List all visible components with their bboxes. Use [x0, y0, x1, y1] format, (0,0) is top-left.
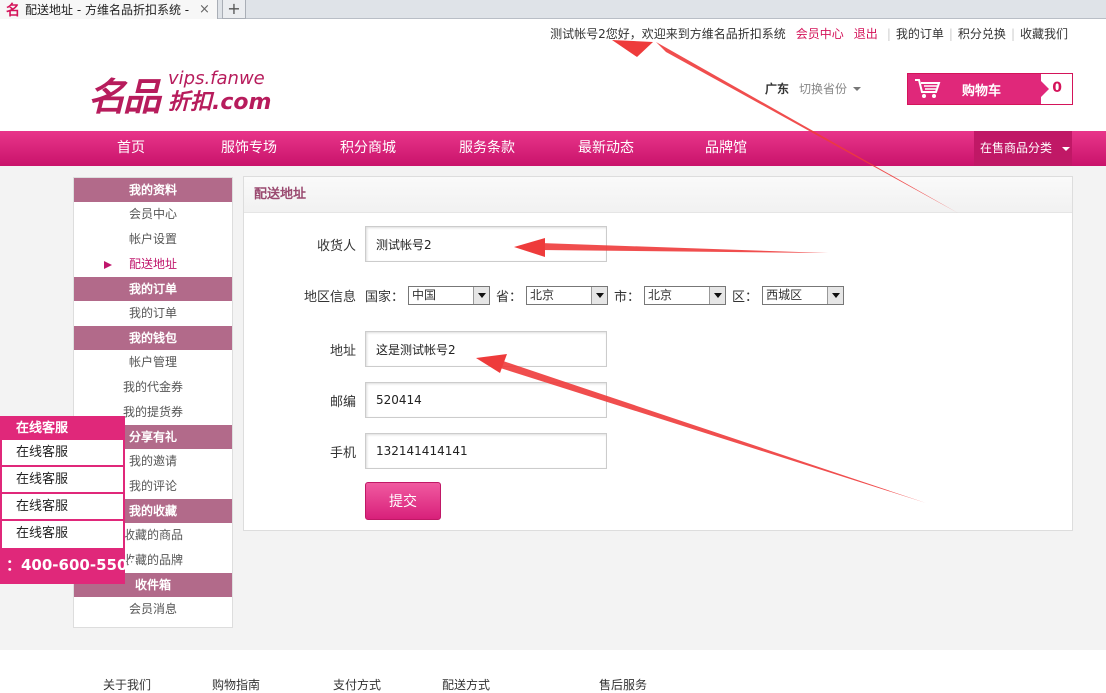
cart-label: 购物车	[962, 83, 1002, 99]
sidebar-item-label: 配送地址	[128, 257, 177, 271]
online-service-title: 在线客服	[2, 418, 123, 440]
sidebar-item-member-messages[interactable]: 会员消息	[74, 597, 232, 622]
cart-button[interactable]: 购物车 0	[907, 73, 1073, 105]
welcome-text: 测试帐号2您好，欢迎来到方维名品折扣系统	[550, 27, 786, 41]
logo-suffix-text: 折扣.com	[168, 90, 272, 115]
dropdown-arrow-icon[interactable]	[709, 287, 726, 304]
address-row: 地址 这是测试帐号2	[244, 331, 1074, 367]
region-selectors: 国家： 中国 省： 北京 市： 北京 区： 西城区	[365, 286, 850, 305]
logo-main-text: 名品	[88, 74, 161, 119]
nav-item-terms[interactable]: 服务条款	[459, 131, 515, 166]
top-links-bar: 测试帐号2您好，欢迎来到方维名品折扣系统 会员中心 退出 | 我的订单 | 积分…	[550, 25, 1068, 42]
footer-after-sales[interactable]: 售后服务	[599, 676, 647, 693]
receiver-input[interactable]: 测试帐号2	[365, 226, 607, 262]
cart-count: 0	[1052, 80, 1062, 96]
main-nav: 首页 服饰专场 积分商城 服务条款 最新动态 品牌馆 在售商品分类	[0, 131, 1106, 166]
nav-item-brands[interactable]: 品牌馆	[705, 131, 747, 166]
province-switcher[interactable]: 广东 切换省份	[765, 80, 862, 97]
address-input[interactable]: 这是测试帐号2	[365, 331, 607, 367]
receiver-row: 收货人 测试帐号2	[244, 226, 1074, 262]
delivery-address-panel: 配送地址 收货人 测试帐号2 地区信息 国家： 中国 省： 北京 市： 北京 区…	[243, 176, 1073, 531]
zip-label: 邮编	[329, 394, 356, 410]
sidebar-item-delivery-address[interactable]: 配送地址	[74, 252, 232, 277]
region-row: 地区信息 国家： 中国 省： 北京 市： 北京 区： 西城区	[244, 286, 1074, 305]
submit-button[interactable]: 提交	[365, 482, 441, 520]
district-label: 区：	[732, 290, 759, 305]
district-value: 西城区	[766, 288, 803, 302]
city-label: 市：	[614, 290, 641, 305]
nav-item-apparel[interactable]: 服饰专场	[221, 131, 277, 166]
current-province: 广东	[765, 82, 790, 96]
online-service-link[interactable]: 在线客服	[2, 467, 123, 494]
sidebar-item-account-management[interactable]: 帐户管理	[74, 350, 232, 375]
footer-delivery[interactable]: 配送方式	[442, 676, 490, 693]
chevron-down-icon	[1061, 146, 1070, 151]
active-arrow-icon	[104, 261, 112, 269]
province-select[interactable]: 北京	[526, 286, 609, 305]
mobile-input[interactable]: 132141414141	[365, 433, 607, 469]
hotline-phone: ：400-600-5505	[2, 548, 138, 582]
footer-about-us[interactable]: 关于我们	[103, 676, 151, 693]
city-value: 北京	[648, 288, 673, 302]
category-dropdown[interactable]: 在售商品分类	[974, 131, 1072, 166]
browser-tab-bar: 名 配送地址 - 方维名品折扣系统 - × +	[0, 0, 1106, 19]
province-label: 省：	[496, 290, 523, 305]
region-label: 地区信息	[303, 290, 356, 305]
divider: |	[1010, 26, 1015, 41]
points-exchange-link[interactable]: 积分兑换	[958, 25, 1006, 42]
footer-payment[interactable]: 支付方式	[333, 676, 381, 693]
country-select[interactable]: 中国	[408, 286, 491, 305]
dropdown-arrow-icon[interactable]	[591, 287, 608, 304]
divider: |	[886, 26, 891, 41]
switch-province-label[interactable]: 切换省份	[799, 80, 847, 97]
sidebar-item-my-orders[interactable]: 我的订单	[74, 301, 232, 326]
online-service-link[interactable]: 在线客服	[2, 494, 123, 521]
sidebar-item-vouchers[interactable]: 我的代金券	[74, 375, 232, 400]
logout-link[interactable]: 退出	[854, 25, 878, 42]
new-tab-button[interactable]: +	[222, 0, 246, 19]
shopping-cart-icon	[908, 78, 948, 100]
dropdown-arrow-icon[interactable]	[473, 287, 490, 304]
member-center-link[interactable]: 会员中心	[796, 25, 844, 42]
city-select[interactable]: 北京	[644, 286, 727, 305]
receiver-label: 收货人	[316, 238, 356, 254]
district-select[interactable]: 西城区	[762, 286, 845, 305]
zip-row: 邮编 520414	[244, 382, 1074, 418]
sidebar-item-member-center[interactable]: 会员中心	[74, 202, 232, 227]
sidebar-item-account-settings[interactable]: 帐户设置	[74, 227, 232, 252]
sidebar-section-profile: 我的资料	[74, 178, 232, 202]
sidebar-section-wallet: 我的钱包	[74, 326, 232, 350]
mobile-label: 手机	[329, 445, 356, 461]
cart-pointer	[1041, 81, 1049, 97]
footer-shopping-guide[interactable]: 购物指南	[212, 676, 260, 693]
chevron-down-icon	[853, 86, 862, 91]
my-orders-link[interactable]: 我的订单	[896, 25, 944, 42]
province-value: 北京	[530, 288, 555, 302]
cart-label-area[interactable]: 购物车	[908, 74, 1041, 104]
footer: 关于我们 购物指南 支付方式 配送方式 售后服务	[0, 650, 1106, 693]
panel-title: 配送地址	[244, 177, 1072, 213]
favorite-us-link[interactable]: 收藏我们	[1020, 25, 1068, 42]
zip-input[interactable]: 520414	[365, 382, 607, 418]
nav-item-points-mall[interactable]: 积分商城	[340, 131, 396, 166]
online-service-link[interactable]: 在线客服	[2, 440, 123, 467]
mobile-row: 手机 132141414141	[244, 433, 1074, 469]
category-label: 在售商品分类	[980, 141, 1053, 155]
sidebar-section-orders: 我的订单	[74, 277, 232, 301]
online-service-link[interactable]: 在线客服	[2, 521, 123, 548]
divider: |	[948, 26, 953, 41]
browser-tab[interactable]: 名 配送地址 - 方维名品折扣系统 - ×	[0, 0, 218, 19]
dropdown-arrow-icon[interactable]	[827, 287, 844, 304]
tab-title: 配送地址 - 方维名品折扣系统 -	[25, 3, 190, 17]
nav-item-home[interactable]: 首页	[117, 131, 145, 166]
nav-item-news[interactable]: 最新动态	[578, 131, 634, 166]
online-service-widget: 在线客服 在线客服 在线客服 在线客服 在线客服 ：400-600-5505	[0, 416, 138, 584]
close-icon[interactable]: ×	[199, 2, 210, 17]
address-label: 地址	[329, 343, 356, 359]
country-value: 中国	[412, 288, 437, 302]
site-favicon-icon: 名	[6, 2, 20, 19]
country-label: 国家：	[365, 290, 405, 305]
